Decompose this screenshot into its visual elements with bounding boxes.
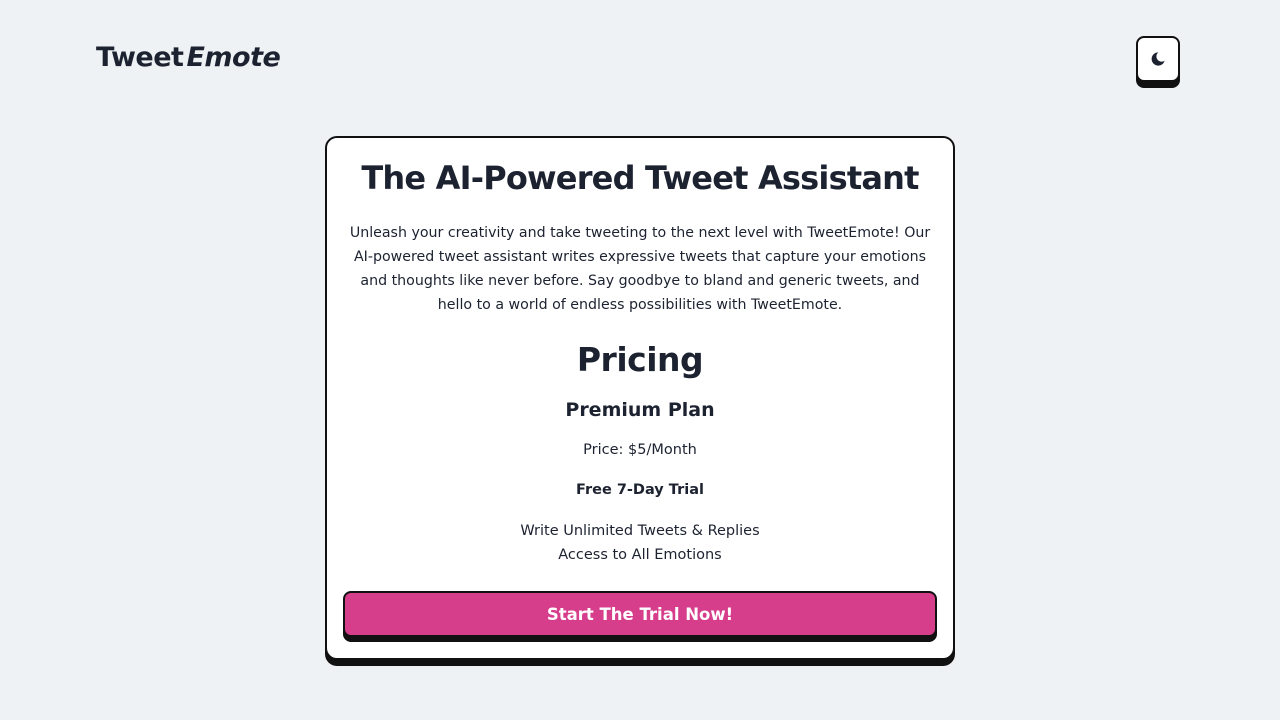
feature-list: Write Unlimited Tweets & Replies Access …	[327, 519, 953, 567]
brand-name-italic: Emote	[186, 42, 281, 73]
brand-name-regular: Tweet	[96, 42, 184, 73]
pricing-card: The AI-Powered Tweet Assistant Unleash y…	[325, 136, 955, 660]
feature-item: Write Unlimited Tweets & Replies	[520, 523, 760, 539]
pricing-title: Pricing	[576, 340, 704, 379]
feature-item: Access to All Emotions	[558, 547, 722, 563]
hero-title: The AI-Powered Tweet Assistant	[361, 159, 919, 197]
plan-trial: Free 7-Day Trial	[575, 482, 704, 498]
plan-price: Price: $5/Month	[583, 442, 697, 458]
hero-description: Unleash your creativity and take tweetin…	[349, 225, 931, 313]
plan-name: Premium Plan	[565, 399, 715, 421]
theme-toggle-button[interactable]	[1136, 36, 1180, 82]
moon-icon	[1149, 50, 1167, 68]
start-trial-button[interactable]: Start The Trial Now!	[343, 591, 937, 637]
brand-logo[interactable]: Tweet Emote	[96, 42, 281, 73]
